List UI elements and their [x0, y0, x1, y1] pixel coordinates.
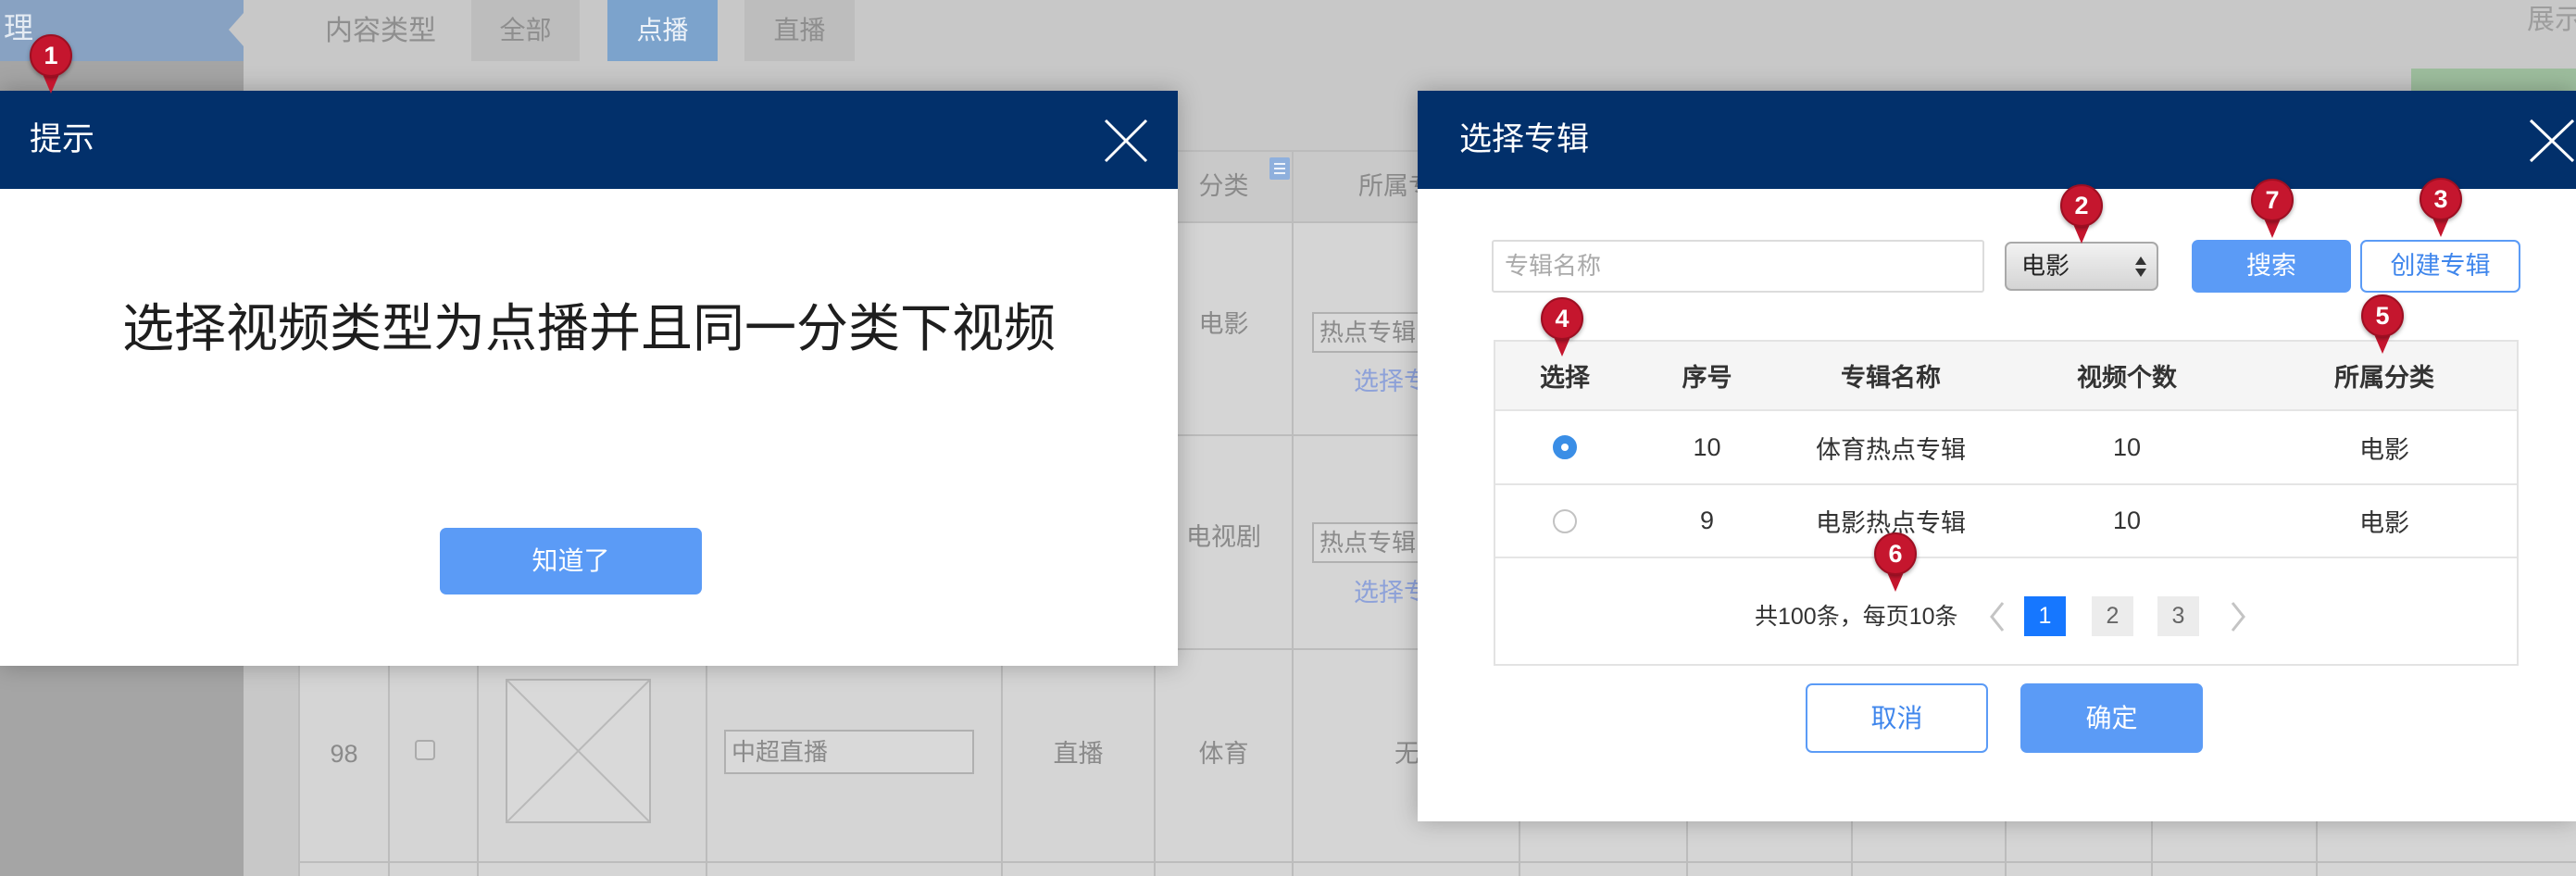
marker-number: 7	[2251, 179, 2294, 221]
bg-title-input[interactable]: 中超直播	[724, 730, 974, 774]
hint-dialog-title: 提示	[30, 121, 95, 157]
image-placeholder-icon	[506, 680, 650, 822]
album-name-input[interactable]	[1492, 240, 1984, 293]
page-button-3[interactable]: 3	[2157, 596, 2199, 636]
marker-number: 5	[2361, 294, 2404, 337]
album-dialog-title: 选择专辑	[1459, 121, 1590, 157]
marker-number: 4	[1541, 297, 1583, 340]
create-album-button[interactable]: 创建专辑	[2360, 240, 2520, 293]
got-it-button[interactable]: 知道了	[440, 528, 702, 594]
bg-row-type: 直播	[1053, 740, 1104, 768]
content-type-label: 内容类型	[325, 16, 436, 46]
category-cell: 电影	[2359, 435, 2409, 464]
ok-button[interactable]: 确定	[2020, 683, 2203, 753]
marker-number: 2	[2060, 184, 2103, 227]
video-count-cell: 10	[2112, 432, 2142, 461]
top-right-label-clip: 展示	[2527, 2, 2576, 43]
album-table: 选择 序号 专辑名称 视频个数 所属分类 10 体育热点专辑 10 电影 9 电…	[1494, 340, 2519, 666]
page-button-2[interactable]: 2	[2092, 596, 2133, 636]
search-button[interactable]: 搜索	[2192, 240, 2351, 293]
filter-vod-button[interactable]: 点播	[607, 0, 718, 61]
marker-number: 3	[2420, 178, 2462, 220]
marker-number: 6	[1874, 532, 1917, 575]
top-right-label[interactable]: 展示	[2527, 2, 2576, 39]
hint-message: 选择视频类型为点播并且同一分类下视频	[122, 299, 1056, 357]
album-radio[interactable]	[1553, 508, 1577, 533]
index-cell: 9	[1699, 507, 1715, 534]
category-cell: 电影	[2359, 509, 2409, 537]
select-cell	[1495, 485, 1634, 557]
column-menu-icon[interactable]	[1269, 157, 1290, 180]
album-radio[interactable]	[1553, 435, 1577, 459]
bg-row-album: 无	[1394, 740, 1419, 768]
column-header-index: 序号	[1682, 364, 1732, 392]
annotation-marker-2: 2	[2060, 184, 2103, 245]
close-icon	[1104, 119, 1148, 163]
column-menu-lines-icon	[1274, 163, 1285, 174]
hint-dialog: 提示 选择视频类型为点播并且同一分类下视频 知道了	[0, 91, 1178, 666]
table-row[interactable]: 9 电影热点专辑 10 电影	[1495, 485, 2517, 558]
select-arrows-icon	[2135, 257, 2146, 277]
album-close-button[interactable]	[2527, 119, 2576, 165]
column-header-album-name: 专辑名称	[1841, 364, 1941, 392]
album-dialog-header: 选择专辑	[1418, 91, 2576, 189]
category-select-value: 电影	[2021, 252, 2070, 280]
pagination: 共100条，每页10条 1 2 3	[1495, 558, 2517, 664]
annotation-marker-5: 5	[2361, 294, 2404, 356]
select-cell	[1495, 411, 1634, 483]
video-count-cell: 10	[2112, 507, 2142, 534]
marker-number: 1	[30, 34, 72, 77]
filter-all-button[interactable]: 全部	[471, 0, 580, 61]
annotation-marker-3: 3	[2420, 178, 2462, 239]
select-album-dialog: 选择专辑 电影 搜索 创建专辑 选择 序号 专辑名称 视频个数 所属分类 10 …	[1418, 91, 2576, 821]
hint-dialog-header: 提示	[0, 91, 1178, 189]
page-button-1[interactable]: 1	[2024, 596, 2066, 636]
chevron-right-icon[interactable]	[2229, 600, 2247, 633]
annotation-marker-7: 7	[2251, 179, 2294, 240]
column-header-video-count: 视频个数	[2077, 364, 2177, 392]
index-cell: 10	[1693, 432, 1721, 461]
annotation-marker-6: 6	[1874, 532, 1917, 594]
sidebar-active-notch	[229, 13, 244, 46]
album-name-cell: 体育热点专辑	[1816, 435, 1966, 464]
hint-close-button[interactable]	[1104, 119, 1148, 165]
bg-row-checkbox[interactable]	[415, 740, 435, 760]
chevron-left-icon[interactable]	[1988, 600, 2007, 633]
close-icon	[2529, 119, 2575, 163]
category-select[interactable]: 电影	[2005, 242, 2158, 291]
table-row[interactable]: 10 体育热点专辑 10 电影	[1495, 411, 2517, 485]
annotation-marker-4: 4	[1541, 297, 1583, 358]
pagination-summary: 共100条，每页10条	[1755, 604, 1958, 630]
cancel-button[interactable]: 取消	[1806, 683, 1988, 753]
bg-row-category: 体育	[1198, 740, 1249, 768]
annotation-marker-1: 1	[30, 34, 72, 95]
image-placeholder	[506, 679, 651, 823]
screen: 理 内容类型 全部 点播 直播 展示 分类 所属专 电影 热点专辑 选择专 电视…	[0, 0, 2576, 876]
bg-row-id: 98	[330, 740, 358, 768]
filter-live-button[interactable]: 直播	[744, 0, 855, 61]
